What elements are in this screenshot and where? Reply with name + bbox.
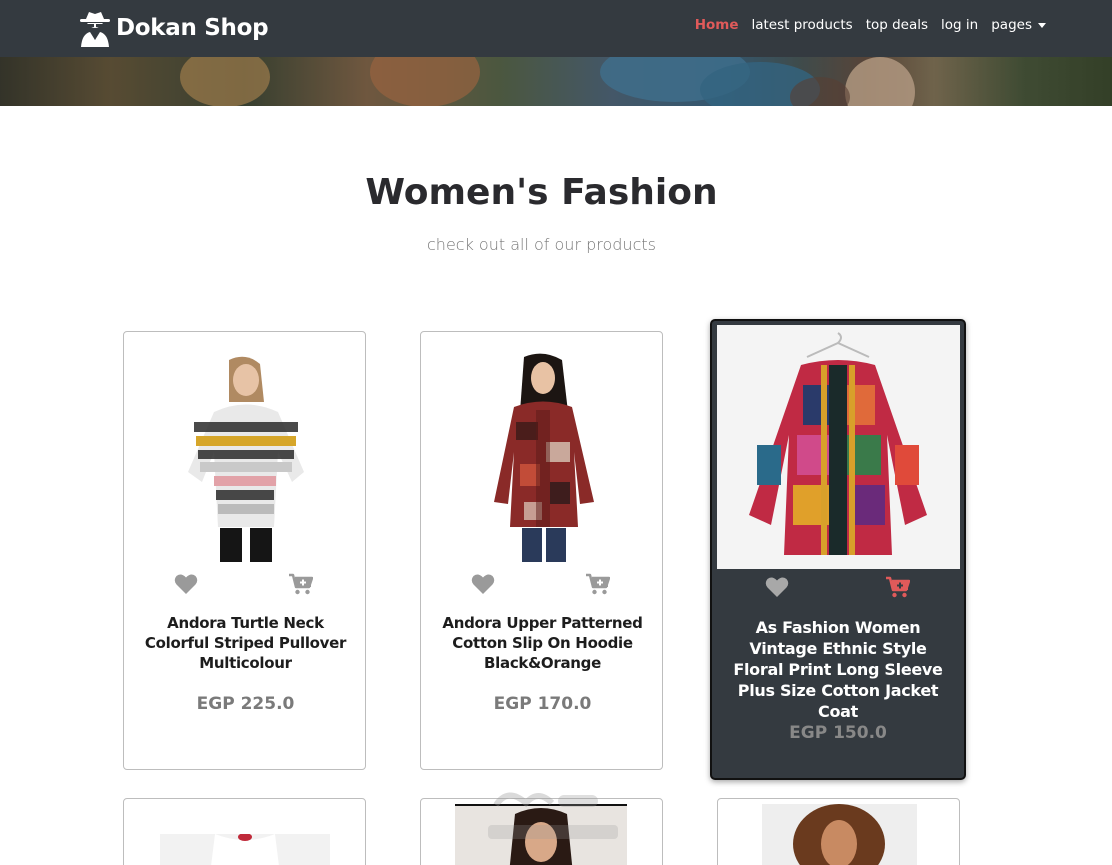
cart-plus-icon[interactable]	[586, 573, 610, 595]
nav-pages-label: pages	[991, 17, 1032, 33]
product-image[interactable]	[762, 804, 917, 865]
spy-icon	[80, 12, 110, 47]
brand-link[interactable]: Dokan Shop	[78, 6, 269, 50]
navbar: Dokan Shop Home latest products top deal…	[0, 0, 1112, 57]
section-subtitle: check out all of our products	[427, 235, 656, 254]
product-card[interactable]	[123, 798, 366, 865]
product-image[interactable]	[717, 325, 960, 569]
product-price: EGP 170.0	[493, 694, 592, 714]
product-image[interactable]	[160, 834, 330, 865]
product-image[interactable]	[174, 352, 319, 562]
watermark-logo	[488, 785, 623, 851]
product-card-highlighted[interactable]: As Fashion Women Vintage Ethnic Style Fl…	[710, 319, 966, 780]
product-image[interactable]	[476, 352, 611, 562]
product-price: EGP 225.0	[196, 694, 295, 714]
heart-icon[interactable]	[765, 576, 789, 598]
product-name[interactable]: Andora Upper Patterned Cotton Slip On Ho…	[433, 613, 652, 673]
product-card[interactable]: Andora Upper Patterned Cotton Slip On Ho…	[420, 331, 663, 770]
product-card[interactable]: Andora Turtle Neck Colorful Striped Pull…	[123, 331, 366, 770]
brand-name: Dokan Shop	[116, 15, 269, 41]
product-card[interactable]	[717, 798, 960, 865]
product-name[interactable]: Andora Turtle Neck Colorful Striped Pull…	[136, 613, 355, 673]
product-name[interactable]: As Fashion Women Vintage Ethnic Style Fl…	[726, 617, 950, 722]
cart-plus-icon[interactable]	[886, 576, 910, 598]
main-nav: Home latest products top deals log in pa…	[695, 17, 1046, 33]
heart-icon[interactable]	[174, 573, 198, 595]
cart-plus-icon[interactable]	[289, 573, 313, 595]
nav-top-deals[interactable]: top deals	[866, 17, 928, 33]
heart-icon[interactable]	[471, 573, 495, 595]
nav-pages-dropdown[interactable]: pages	[991, 17, 1046, 33]
hero-banner	[0, 57, 1112, 106]
caret-down-icon	[1038, 22, 1046, 28]
product-price: EGP 150.0	[789, 723, 887, 743]
section-title: Women's Fashion	[365, 172, 718, 213]
nav-log-in[interactable]: log in	[941, 17, 978, 33]
nav-home[interactable]: Home	[695, 17, 739, 33]
nav-latest-products[interactable]: latest products	[751, 17, 852, 33]
